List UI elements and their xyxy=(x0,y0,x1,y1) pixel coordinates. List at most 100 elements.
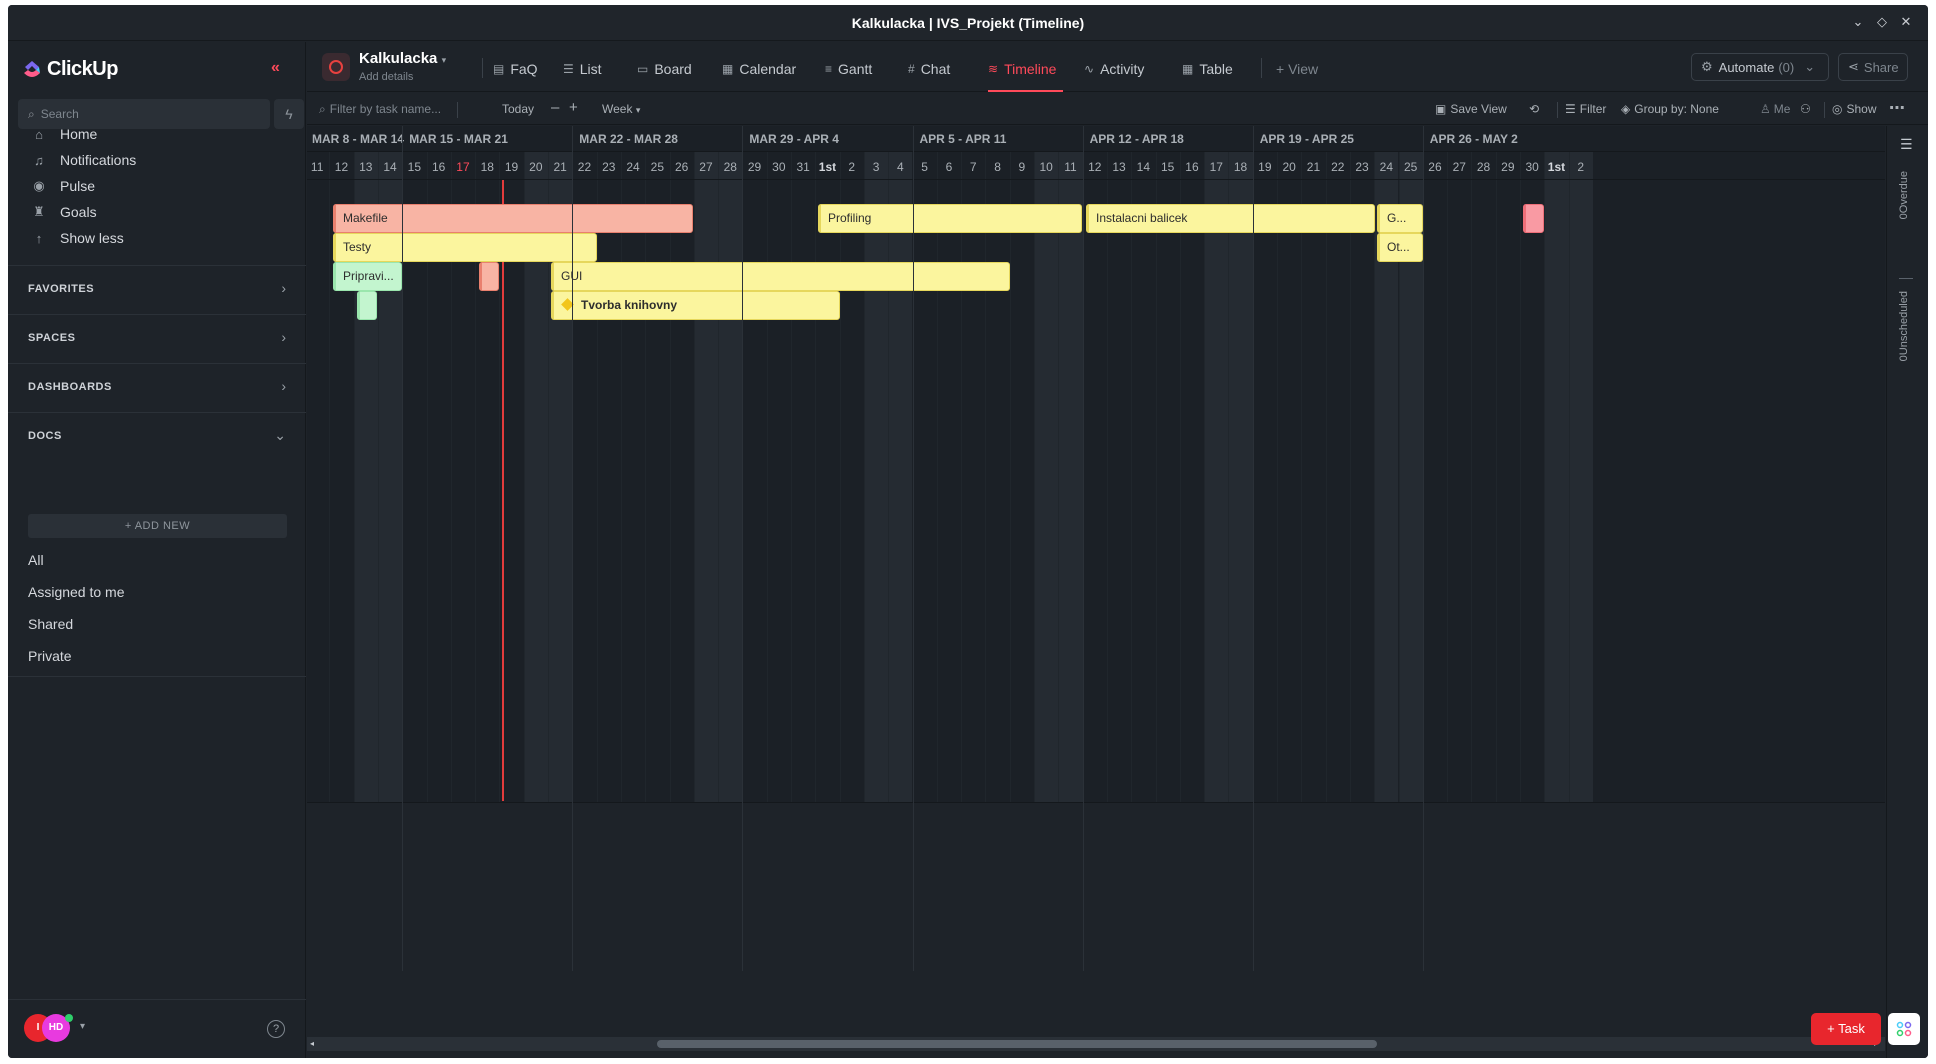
doc-shared[interactable]: Shared xyxy=(28,616,73,632)
window-title: Kalkulacka | IVS_Projekt (Timeline) xyxy=(851,15,1085,31)
divider xyxy=(1557,102,1558,118)
week-label: MAR 8 - MAR 14 xyxy=(312,132,405,146)
zoom-out-icon[interactable]: – xyxy=(551,99,559,116)
caret-down-icon[interactable]: ▾ xyxy=(80,1021,85,1032)
unscheduled-panel-toggle[interactable]: 0Unscheduled xyxy=(1898,291,1910,361)
me-label: Me xyxy=(1773,102,1791,116)
list-toggle-icon[interactable]: ☰ xyxy=(1900,136,1913,153)
tab-gantt[interactable]: ≡ Gantt xyxy=(825,59,872,79)
project-name[interactable]: Kalkulacka ▾ xyxy=(359,50,446,67)
filter-button[interactable]: ☰ Filter xyxy=(1565,102,1606,116)
nav-show-less[interactable]: ↑ Show less xyxy=(30,226,124,250)
add-view-button[interactable]: + View xyxy=(1276,59,1318,79)
minimize-icon[interactable]: ⌄ xyxy=(1850,14,1866,30)
today-marker xyxy=(502,180,504,801)
nav-home[interactable]: ⌂ Home xyxy=(30,122,97,146)
doc-all[interactable]: All xyxy=(28,552,44,568)
section-favorites[interactable]: FAVORITES › xyxy=(8,265,306,313)
horizontal-scrollbar[interactable]: ◂ ▸ xyxy=(307,1037,1885,1051)
overdue-panel-toggle[interactable]: 0Overdue xyxy=(1898,171,1910,219)
day-column xyxy=(596,152,621,802)
day-column xyxy=(718,152,743,802)
show-button[interactable]: ◎ Show xyxy=(1832,102,1877,116)
tab-faq[interactable]: ▤ FaQ xyxy=(493,59,538,79)
collapse-sidebar-icon[interactable]: « xyxy=(271,59,280,77)
section-dashboards[interactable]: DASHBOARDS › xyxy=(8,363,306,411)
day-column xyxy=(1349,152,1374,802)
add-details-link[interactable]: Add details xyxy=(359,71,413,83)
day-column xyxy=(912,152,937,802)
automate-button[interactable]: ⚙ Automate (0) ⌄ xyxy=(1691,53,1829,81)
week-label: MAR 15 - MAR 21 xyxy=(409,132,508,146)
week-selector[interactable]: Week ▾ xyxy=(602,102,640,116)
view-tabs-bar: Kalkulacka ▾ Add details ▤ FaQ ☰ List ▭ Boa… xyxy=(307,42,1928,92)
task-bar[interactable]: Profiling xyxy=(818,204,1082,233)
add-task-button[interactable]: + Task xyxy=(1811,1013,1881,1045)
task-bar[interactable]: Ot... xyxy=(1377,233,1423,262)
search-placeholder: Search xyxy=(40,107,79,121)
task-bar[interactable] xyxy=(479,262,499,291)
tab-calendar[interactable]: ▦ Calendar xyxy=(722,59,796,79)
tab-list[interactable]: ☰ List xyxy=(563,59,602,79)
nav-label: Home xyxy=(60,126,98,142)
week-label: APR 19 - APR 25 xyxy=(1259,132,1354,146)
group-by-button[interactable]: ◈ Group by: None xyxy=(1621,102,1719,116)
day-label: 18 xyxy=(1233,160,1248,174)
section-spaces[interactable]: SPACES › xyxy=(8,314,306,362)
task-bar[interactable]: Makefile xyxy=(333,204,693,233)
assignees-icon[interactable]: ⚇ xyxy=(1800,102,1811,116)
task-bar[interactable]: GUI xyxy=(551,262,1010,291)
task-bar[interactable]: Instalacni balicek xyxy=(1086,204,1375,233)
layers-icon: ◈ xyxy=(1621,102,1631,116)
more-options-icon[interactable]: ⋯ xyxy=(1889,98,1905,118)
close-icon[interactable]: ✕ xyxy=(1898,14,1914,30)
week-label: APR 12 - APR 18 xyxy=(1089,132,1184,146)
day-label: 12 xyxy=(1088,160,1102,174)
apps-button[interactable] xyxy=(1888,1013,1920,1045)
task-bar[interactable] xyxy=(357,291,377,320)
tab-chat[interactable]: # Chat xyxy=(908,59,950,79)
tab-activity[interactable]: ∿ Activity xyxy=(1084,59,1144,79)
zoom-in-icon[interactable]: + xyxy=(569,99,578,116)
nav-goals[interactable]: ♜ Goals xyxy=(30,200,96,224)
project-icon[interactable] xyxy=(322,53,350,81)
add-new-doc-button[interactable]: + ADD NEW xyxy=(28,514,287,538)
share-button[interactable]: ⋖ Share xyxy=(1838,53,1908,81)
history-icon[interactable]: ⟲ xyxy=(1529,102,1539,116)
quick-action-icon[interactable]: ϟ xyxy=(274,99,304,129)
task-bar[interactable]: Testy xyxy=(333,233,597,262)
caret-down-icon: ▾ xyxy=(441,55,447,65)
doc-assigned[interactable]: Assigned to me xyxy=(28,584,125,600)
day-column xyxy=(1471,152,1495,802)
task-bar[interactable]: Tvorba knihovny xyxy=(551,291,840,320)
tab-table[interactable]: ▦ Table xyxy=(1182,59,1233,79)
week-divider xyxy=(742,126,744,971)
day-column xyxy=(1252,152,1277,802)
help-icon[interactable]: ? xyxy=(267,1020,285,1038)
doc-private[interactable]: Private xyxy=(28,648,72,664)
section-docs[interactable]: DOCS ⌄ xyxy=(8,412,306,587)
me-filter-button[interactable]: ♙ Me xyxy=(1760,102,1790,116)
tab-board[interactable]: ▭ Board xyxy=(637,59,692,79)
day-label: 17 xyxy=(1209,160,1223,174)
nav-notifications[interactable]: ♫ Notifications xyxy=(30,148,136,172)
today-button[interactable]: Today xyxy=(502,102,534,116)
task-bar[interactable] xyxy=(1523,204,1544,233)
day-column xyxy=(1009,152,1034,802)
nav-pulse[interactable]: ◉ Pulse xyxy=(30,174,95,198)
maximize-icon[interactable]: ◇ xyxy=(1874,14,1890,30)
divider xyxy=(1261,58,1262,78)
week-label: MAR 22 - MAR 28 xyxy=(579,132,678,146)
tab-timeline[interactable]: ≋ Timeline xyxy=(988,59,1056,79)
scroll-left-icon[interactable]: ◂ xyxy=(310,1039,314,1048)
task-bar[interactable]: G... xyxy=(1377,204,1423,233)
save-view-button[interactable]: ▣ Save View xyxy=(1435,102,1507,116)
day-label: 17 xyxy=(456,160,470,174)
filter-task-input[interactable]: ⌕ Filter by task name... xyxy=(319,102,441,117)
scrollbar-thumb[interactable] xyxy=(657,1040,1377,1048)
day-label: 5 xyxy=(921,160,928,174)
filter-label: Filter xyxy=(1579,102,1607,116)
clickup-logo[interactable]: ClickUp xyxy=(22,56,118,82)
task-bar[interactable]: Pripravi... xyxy=(333,262,402,291)
day-label: 15 xyxy=(1160,160,1175,174)
